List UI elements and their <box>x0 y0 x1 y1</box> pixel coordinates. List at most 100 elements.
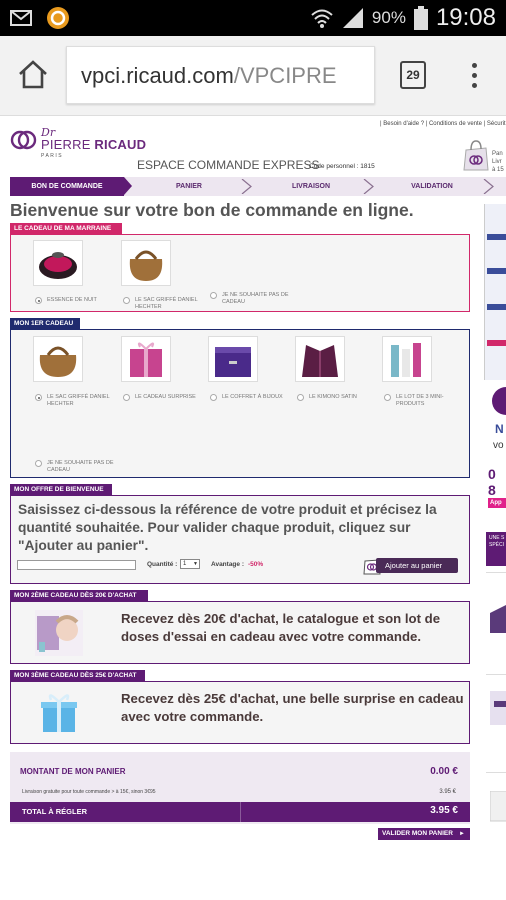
total-bar: TOTAL À RÉGLER 3.95 € <box>10 802 470 822</box>
bag-image <box>121 240 171 286</box>
livraison-value: 3.95 € <box>439 789 456 795</box>
bag-image <box>33 336 83 382</box>
url-path: /VPCIPRE <box>233 63 337 88</box>
gift-radio-kimono[interactable] <box>297 394 304 401</box>
validate-cart-button[interactable]: VALIDER MON PANIER ► <box>378 828 470 840</box>
right-sidebar: N vo 0 8 App UNE S SPÉCI <box>484 204 506 900</box>
option-label: ESSENCE DE NUIT <box>47 297 97 303</box>
welcome-heading: Bienvenue sur votre bon de commande en l… <box>10 200 414 220</box>
premier-cadeau-section-title: MON 1ER CADEAU <box>10 318 80 329</box>
wifi-icon <box>311 9 333 28</box>
reference-input[interactable] <box>17 560 136 570</box>
message-icon <box>10 10 32 26</box>
premier-cadeau-section: LE SAC GRIFFÉ DANIEL HECHTER LE CADEAU S… <box>10 329 470 478</box>
perfume-image <box>33 240 83 286</box>
option-label: LE KIMONO SATIN <box>309 394 357 400</box>
step-chevron-icon <box>362 178 375 195</box>
marraine-radio-aucun[interactable] <box>210 292 217 299</box>
cadeau2-section-title: MON 2ÈME CADEAU DÈS 20€ D'ACHAT <box>10 590 148 601</box>
livraison-label: Livraison gratuite pour toute commande >… <box>22 789 156 795</box>
step-chevron-icon <box>240 178 253 195</box>
offre-instructions: Saisissez ci-dessous la référence de vot… <box>18 502 437 553</box>
marraine-section-title: LE CADEAU DE MA MARRAINE <box>10 223 122 234</box>
cadeau2-text: Recevez dès 20€ d'achat, le catalogue et… <box>121 611 441 644</box>
jewelry-box-image <box>208 336 258 382</box>
home-icon <box>19 60 47 89</box>
battery-icon <box>413 6 428 30</box>
logo-mark-icon <box>10 130 37 150</box>
sidebar-ad-catalogue[interactable] <box>484 204 506 380</box>
checkout-steps: BON DE COMMANDE PANIER LIVRAISON VALIDAT… <box>10 177 506 196</box>
sidebar-product[interactable] <box>486 772 506 862</box>
step-bon-de-commande[interactable]: BON DE COMMANDE <box>10 177 124 196</box>
signal-icon <box>342 8 363 28</box>
option-label: LE CADEAU SURPRISE <box>135 394 196 400</box>
cadeau3-text: Recevez dès 25€ d'achat, une belle surpr… <box>121 691 464 724</box>
option-label: JE NE SOUHAITE PAS DE CADEAU <box>222 292 289 305</box>
option-label: LE COFFRET À BIJOUX <box>222 394 283 400</box>
web-page: Dr PIERRE RICAUD PARIS | Besoin d'aide ?… <box>0 116 506 900</box>
cadeau3-section-title: MON 3ÈME CADEAU DÈS 25€ D'ACHAT <box>10 670 145 681</box>
sidebar-text-vo: vo <box>493 440 504 451</box>
step-panier[interactable]: PANIER <box>134 177 244 196</box>
browser-toolbar: vpci.ricaud.com/VPCIPRE 29 <box>0 36 506 116</box>
cart-icon[interactable] <box>462 138 490 172</box>
sidebar-phone-number: 0 8 <box>488 466 496 498</box>
surprise-gift-image <box>121 336 171 382</box>
gift-radio-coffret[interactable] <box>210 394 217 401</box>
code-personnel: Code personnel : 1815 <box>309 163 375 170</box>
app-notification-icon <box>47 7 69 29</box>
cart-summary-partial: Pan Livr à 15 <box>492 151 504 173</box>
chevron-down-icon: ▼ <box>193 561 198 567</box>
quantity-select[interactable]: 1 ▼ <box>180 559 200 569</box>
sidebar-promo[interactable]: UNE S SPÉCI <box>486 532 506 566</box>
step-validation[interactable]: VALIDATION <box>378 177 486 196</box>
step-chevron-icon <box>482 178 495 195</box>
gift-radio-aucun[interactable] <box>35 460 42 467</box>
sidebar-text-n: N <box>495 422 504 436</box>
gift-radio-surprise[interactable] <box>123 394 130 401</box>
surprise-box-image <box>35 690 83 736</box>
logo-name: PIERRE RICAUD <box>41 137 147 152</box>
add-to-cart-button[interactable]: Ajouter au panier <box>362 555 458 575</box>
option-label: LE SAC GRIFFÉ DANIEL HECHTER <box>47 394 110 407</box>
total-value: 3.95 € <box>430 805 458 816</box>
marraine-radio-essence[interactable] <box>35 297 42 304</box>
overflow-menu-button[interactable] <box>466 60 482 92</box>
tabs-button[interactable]: 29 <box>400 61 426 89</box>
total-label: TOTAL À RÉGLER <box>22 807 88 816</box>
gift-radio-lot[interactable] <box>384 394 391 401</box>
logo-city: PARIS <box>41 153 64 159</box>
phone-icon <box>492 387 506 415</box>
option-label: LE LOT DE 3 MINI-PRODUITS <box>396 394 444 407</box>
sidebar-product[interactable] <box>486 674 506 764</box>
marraine-section: ESSENCE DE NUIT LE SAC GRIFFÉ DANIEL HEC… <box>10 234 470 312</box>
gift-radio-sac[interactable] <box>35 394 42 401</box>
add-to-cart-label: Ajouter au panier <box>376 558 458 573</box>
avantage-value: -50% <box>248 561 264 568</box>
logo[interactable]: Dr PIERRE RICAUD PARIS <box>10 124 146 164</box>
catalogue-image <box>35 610 83 656</box>
url-bar[interactable]: vpci.ricaud.com/VPCIPRE <box>66 46 375 104</box>
page-title: ESPACE COMMANDE EXPRESS <box>137 158 320 172</box>
battery-percent: 90% <box>371 8 406 27</box>
clock: 19:08 <box>435 4 496 31</box>
offre-section-title: MON OFFRE DE BIENVENUE <box>10 484 112 495</box>
montant-value: 0.00 € <box>430 766 458 777</box>
mini-products-image <box>382 336 432 382</box>
top-links[interactable]: | Besoin d'aide ? | Conditions de vente … <box>380 121 506 127</box>
marraine-radio-sac[interactable] <box>123 297 130 304</box>
option-label: LE SAC GRIFFÉ DANIEL HECHTER <box>135 297 198 310</box>
sidebar-product[interactable] <box>486 572 506 662</box>
url-domain: vpci.ricaud.com <box>81 63 234 88</box>
quantity-label: Quantité : <box>147 561 178 568</box>
avantage-label: Avantage : <box>211 561 244 568</box>
montant-label: MONTANT DE MON PANIER <box>20 767 126 776</box>
chevron-right-icon: ► <box>459 831 465 837</box>
option-label: JE NE SOUHAITE PAS DE CADEAU <box>47 460 114 473</box>
sidebar-app-button[interactable]: App <box>488 498 506 508</box>
status-bar: 90% 19:08 <box>0 0 506 36</box>
home-button[interactable] <box>16 58 50 92</box>
kimono-image <box>295 336 345 382</box>
step-livraison[interactable]: LIVRAISON <box>256 177 366 196</box>
